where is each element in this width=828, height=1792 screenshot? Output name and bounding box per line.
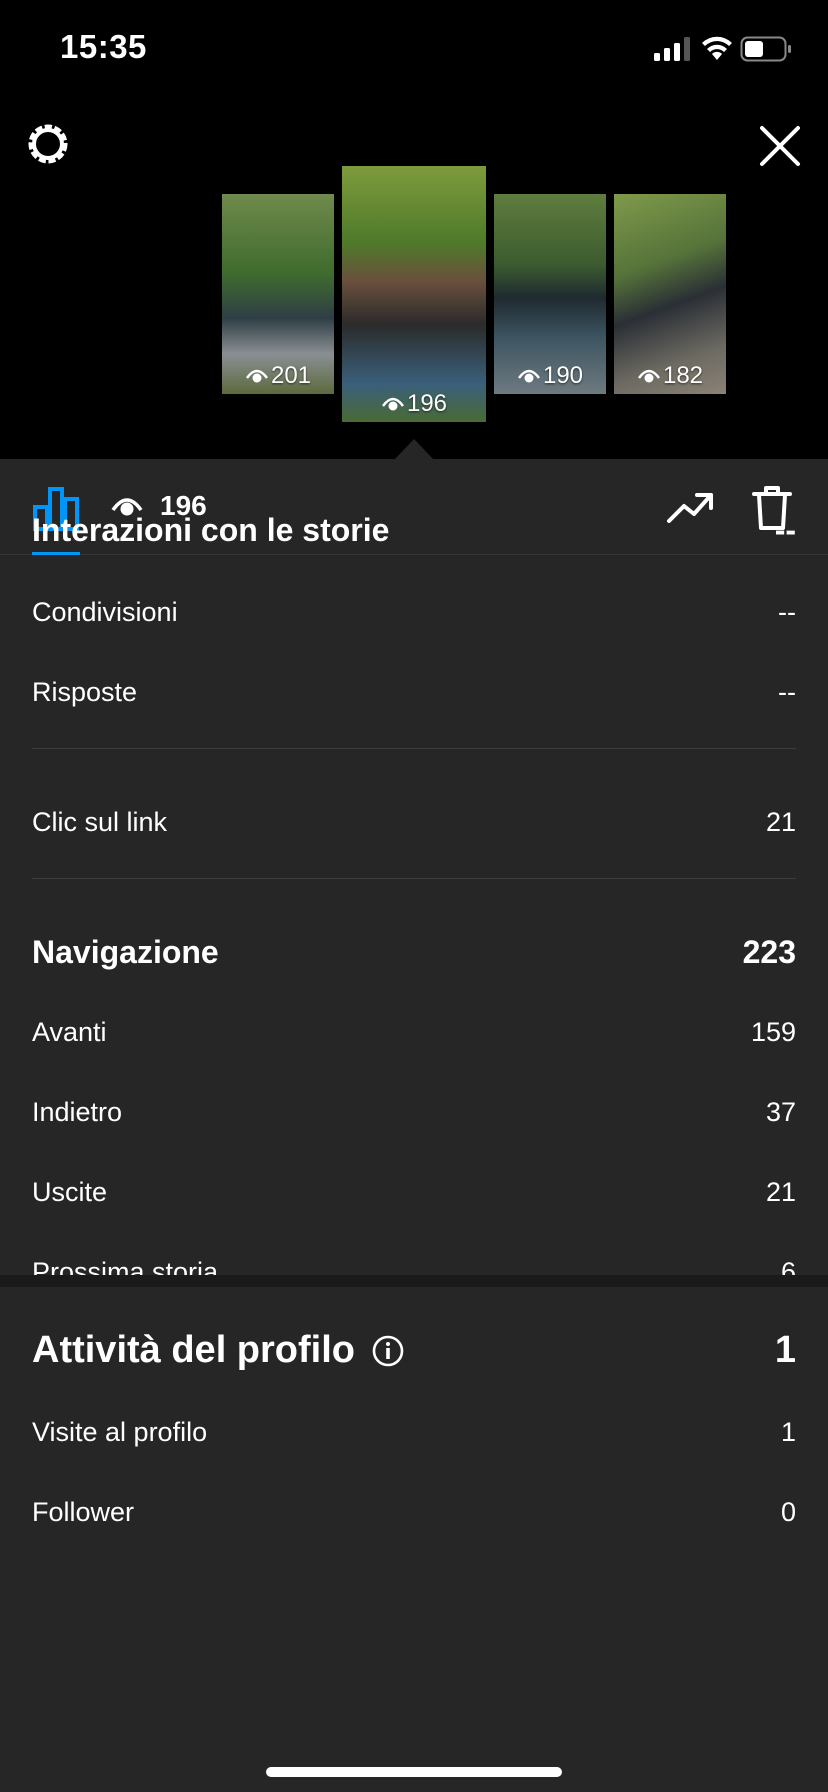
story-thumbnail[interactable]: 201 [222,194,334,394]
metric-value: 21 [765,807,796,837]
status-time: 15:35 [60,28,147,65]
metric-value: -- [778,677,796,707]
battery-icon [740,36,791,62]
divider [32,748,796,749]
metric-row-followers: Follower 0 [32,1497,796,1528]
divider [32,878,796,879]
story-view-count: 196 [342,390,486,418]
interactions-header: Interazioni con le storie -- [32,512,796,549]
metric-label: Uscite [32,1177,108,1207]
metric-value: 159 [750,1017,796,1047]
profile-activity-total: 1 [774,1329,796,1371]
story-thumbnail[interactable]: 190 [494,194,606,394]
home-indicator[interactable] [266,1767,562,1777]
eye-icon [245,369,268,383]
selection-pointer [394,439,434,460]
story-view-count: 182 [614,362,726,390]
metric-row-profile-visits: Visite al profilo 1 [32,1417,796,1448]
metric-label: Avanti [32,1017,107,1047]
interactions-title: Interazioni con le storie [32,512,390,548]
metric-label: Clic sul link [32,807,168,837]
metric-value: 1 [780,1417,796,1447]
metric-row-forward: Avanti 159 [32,1017,796,1048]
metric-label: Condivisioni [32,597,178,627]
metric-label: Risposte [32,677,138,707]
interactions-total: -- [774,512,796,548]
metric-label: Visite al profilo [32,1417,208,1447]
metric-value: 21 [765,1177,796,1207]
eye-icon [637,369,660,383]
story-image [342,166,486,422]
info-icon[interactable] [371,1334,405,1368]
metric-row-link-clicks: Clic sul link 21 [32,807,796,838]
eye-icon [381,397,404,411]
metric-value: 0 [780,1497,796,1527]
story-thumbnail[interactable]: 182 [614,194,726,394]
story-view-count: 190 [494,362,606,390]
wifi-icon [702,36,732,60]
active-tab-indicator [32,552,80,555]
metric-label: Indietro [32,1097,123,1127]
metric-row-replies: Risposte -- [32,677,796,708]
story-view-count: 201 [222,362,334,390]
metric-row-shares: Condivisioni -- [32,597,796,628]
navigation-title: Navigazione [32,934,219,970]
metric-value: 37 [765,1097,796,1127]
settings-gear-icon[interactable] [26,122,70,166]
metric-row-exits: Uscite 21 [32,1177,796,1208]
section-separator [0,1275,828,1287]
profile-activity-header: Attività del profilo 1 [32,1329,796,1372]
status-bar: 15:35 [0,0,828,100]
close-icon[interactable] [758,124,802,168]
profile-activity-title: Attività del profilo [32,1329,405,1372]
eye-icon [517,369,540,383]
insights-sheet: 196 Interazioni con le storie -- Condivi… [0,459,828,1792]
story-thumbnail-selected[interactable]: 196 [342,166,486,422]
navigation-header: Navigazione 223 [32,934,796,971]
metric-row-back: Indietro 37 [32,1097,796,1128]
metric-label: Follower [32,1497,135,1527]
cellular-signal-icon [654,37,690,61]
navigation-total: 223 [742,934,796,970]
metric-value: -- [778,597,796,627]
